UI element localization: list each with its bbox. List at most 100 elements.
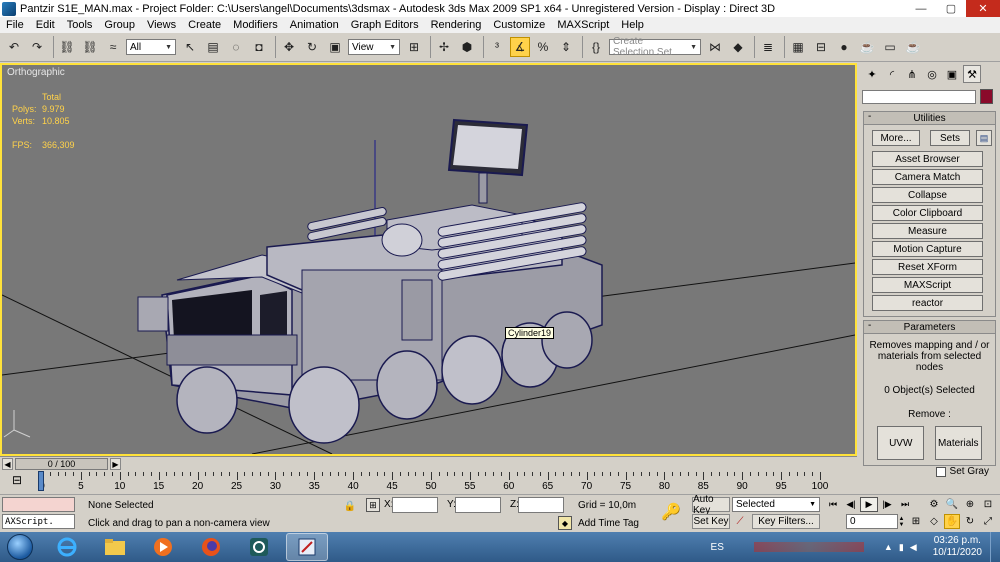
key-filters-button[interactable]: Key Filters... [752,514,820,529]
pan-view-icon[interactable]: ✋ [944,514,960,529]
3dsmax-taskbar-icon[interactable] [238,533,280,561]
time-slider[interactable]: ◀ 0 / 100 ▶ [0,456,857,470]
menu-help[interactable]: Help [615,19,650,31]
layer-manager-icon[interactable]: ≣ [758,37,778,57]
create-tab-icon[interactable]: ✦ [863,65,881,83]
orthographic-viewport[interactable]: Orthographic Total Polys: 9.979 Verts: 10.… [0,63,857,456]
network-icon[interactable]: ▮ [899,542,904,553]
frame-ruler[interactable]: 0510152025303540455055606570758085909510… [38,470,828,494]
show-desktop-button[interactable] [990,532,1000,562]
checkbox-box[interactable] [935,466,946,477]
percent-snap-icon[interactable]: % [533,37,553,57]
show-hidden-icons-icon[interactable]: ▲ [884,542,893,553]
menu-group[interactable]: Group [98,19,141,31]
current-frame-marker[interactable] [38,471,44,491]
bind-space-warp-icon[interactable]: ≈ [103,37,123,57]
select-object-icon[interactable]: ↖ [180,37,200,57]
hierarchy-tab-icon[interactable]: ⋔ [903,65,921,83]
menu-customize[interactable]: Customize [487,19,551,31]
set-gray-checkbox[interactable]: Set Gray [864,466,989,477]
maximize-viewport-icon[interactable]: ⤢ [980,514,996,529]
firefox-icon[interactable] [190,533,232,561]
object-name-field[interactable] [862,90,976,104]
rendered-frame-window-icon[interactable]: ▭ [880,37,900,57]
maxscript-button[interactable]: MAXScript [872,277,983,293]
redo-icon[interactable]: ↷ [27,37,47,57]
undo-icon[interactable]: ↶ [4,37,24,57]
start-button[interactable] [0,532,40,562]
configure-sets-icon[interactable]: ▤ [976,130,992,146]
curve-editor-icon[interactable]: ▦ [788,37,808,57]
snaps-toggle-icon[interactable]: ³ [487,37,507,57]
more-button[interactable]: More... [872,130,920,146]
time-slider-prev-icon[interactable]: ◀ [2,458,13,470]
parameters-rollout-header[interactable]: - Parameters [864,320,995,334]
select-and-move-icon[interactable]: ✥ [279,37,299,57]
select-and-link-icon[interactable]: ⛓ [57,37,77,57]
internet-explorer-icon[interactable] [46,533,88,561]
key-selection-dropdown[interactable]: Selected ▼ [732,497,820,512]
auto-key-button[interactable]: Auto Key [692,494,730,516]
track-bar[interactable]: ⊟ 05101520253035404550556065707580859095… [0,470,857,494]
clock[interactable]: 03:26 p.m. 10/11/2020 [933,535,982,559]
zoom-icon[interactable]: 🔍 [944,497,960,512]
utilities-tab-icon[interactable]: ⚒ [963,65,981,83]
align-icon[interactable]: ◆ [728,37,748,57]
volume-icon[interactable]: ◀ [910,542,917,553]
language-indicator[interactable]: ES [711,542,724,553]
select-by-name-icon[interactable]: ▤ [203,37,223,57]
menu-views[interactable]: Views [141,19,182,31]
edit-named-selection-icon[interactable]: {} [586,37,606,57]
close-button[interactable]: ✕ [966,0,1000,17]
render-production-icon[interactable]: ☕ [903,37,923,57]
set-key-button[interactable]: Set Key [692,514,730,529]
select-manipulate-icon[interactable]: ✢ [434,37,454,57]
menu-rendering[interactable]: Rendering [425,19,488,31]
orbit-icon[interactable]: ↻ [962,514,978,529]
play-icon[interactable]: ▶ [860,497,878,512]
y-coordinate-field[interactable] [455,497,501,513]
sets-button[interactable]: Sets [930,130,970,146]
collapse-button[interactable]: Collapse [872,187,983,203]
reset-xform-button[interactable]: Reset XForm [872,259,983,275]
time-slider-thumb[interactable]: 0 / 100 [15,458,108,470]
reactor-button[interactable]: reactor [872,295,983,311]
add-time-tag[interactable]: ◆ Add Time Tag [558,516,658,530]
select-and-rotate-icon[interactable]: ↻ [302,37,322,57]
motion-tab-icon[interactable]: ◎ [923,65,941,83]
motion-capture-button[interactable]: Motion Capture [872,241,983,257]
asset-browser-button[interactable]: Asset Browser [872,151,983,167]
unlink-icon[interactable]: ⛓ [80,37,100,57]
menu-animation[interactable]: Animation [284,19,345,31]
menu-tools[interactable]: Tools [61,19,99,31]
pivot-center-icon[interactable]: ⊞ [404,37,424,57]
time-slider-next-icon[interactable]: ▶ [110,458,121,470]
z-coordinate-field[interactable] [518,497,564,513]
measure-button[interactable]: Measure [872,223,983,239]
zoom-extents-all-icon[interactable]: ⊞ [908,514,924,529]
keyboard-shortcut-override-icon[interactable]: ⬢ [457,37,477,57]
open-mini-curve-editor-icon[interactable]: ⊟ [8,472,26,488]
minimize-button[interactable]: — [906,0,936,17]
display-tab-icon[interactable]: ▣ [943,65,961,83]
set-keys-icon[interactable]: 🔑 [658,501,684,523]
menu-graph-editors[interactable]: Graph Editors [345,19,425,31]
modify-tab-icon[interactable]: ◜ [883,65,901,83]
file-explorer-icon[interactable] [94,533,136,561]
camera-match-button[interactable]: Camera Match [872,169,983,185]
frame-spinner-icon[interactable]: ▲ ▼ [898,514,905,529]
utilities-rollout-header[interactable]: - Utilities [864,111,995,125]
viewport-label[interactable]: Orthographic [7,67,65,78]
zoom-all-icon[interactable]: ⊕ [962,497,978,512]
lock-selection-icon[interactable]: 🔒 [343,499,357,513]
select-and-scale-icon[interactable]: ▣ [325,37,345,57]
field-of-view-icon[interactable]: ◇ [926,514,942,529]
menu-maxscript[interactable]: MAXScript [551,19,615,31]
media-player-icon[interactable] [142,533,184,561]
zoom-extents-icon[interactable]: ⊡ [980,497,996,512]
menu-edit[interactable]: Edit [30,19,61,31]
object-color-swatch[interactable] [980,89,993,104]
previous-frame-icon[interactable]: ◀| [842,497,860,512]
maximize-button[interactable]: ▢ [936,0,966,17]
spinner-snap-icon[interactable]: ⇕ [556,37,576,57]
